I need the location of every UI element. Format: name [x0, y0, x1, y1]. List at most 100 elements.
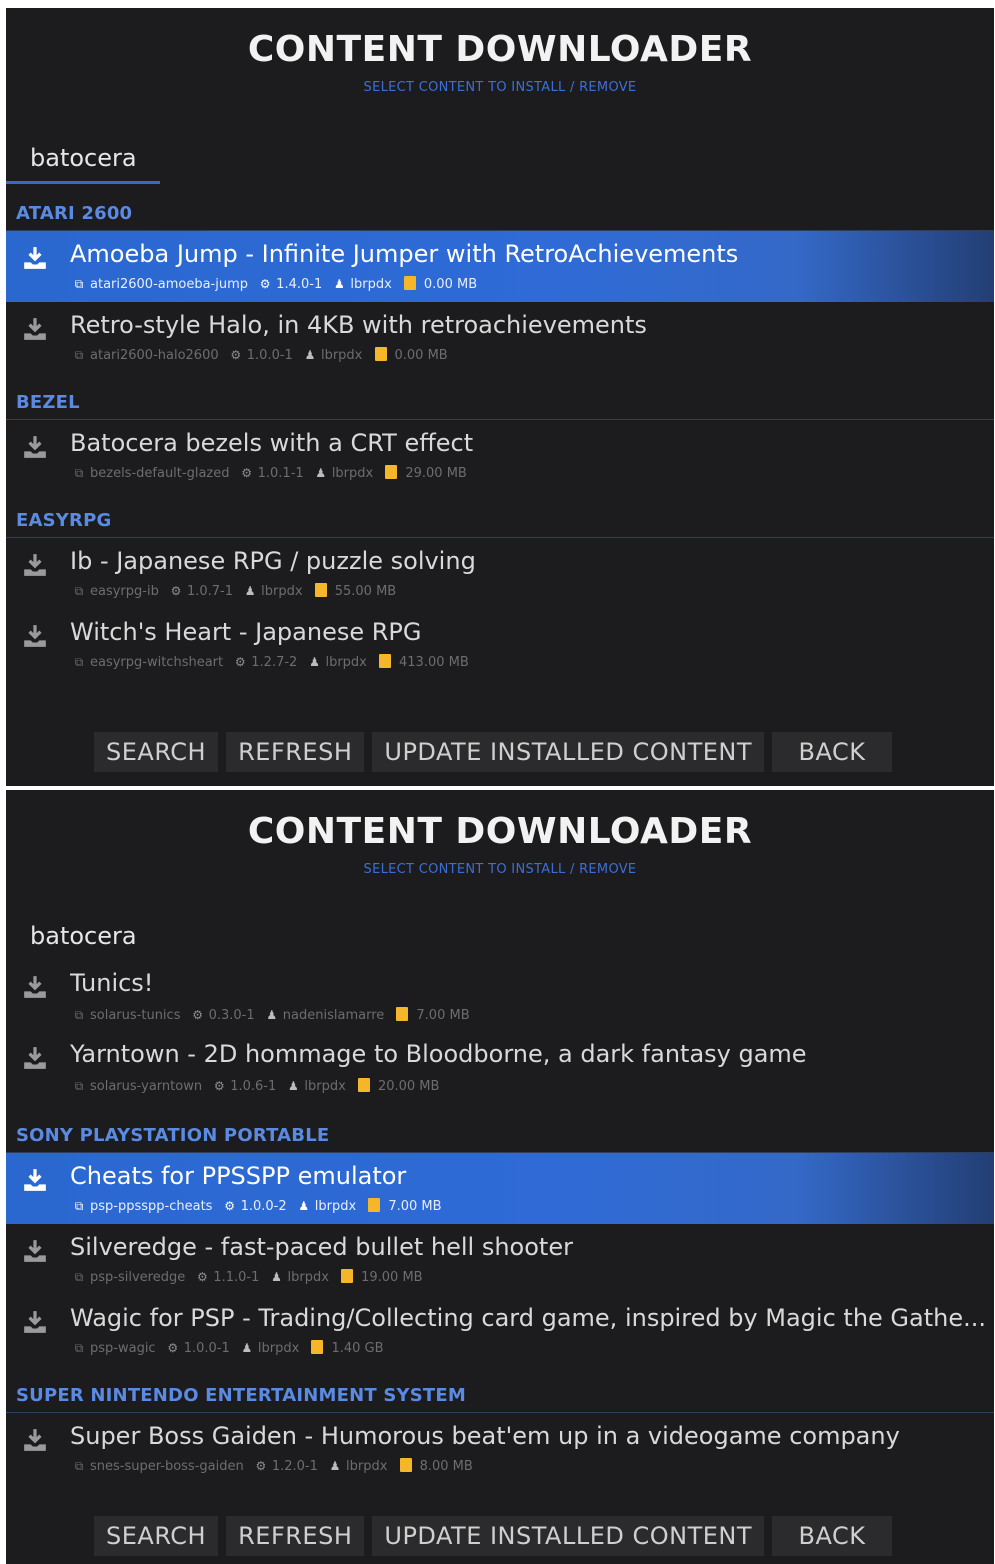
- size: 413.00 MB: [399, 655, 469, 670]
- package-icon: ⧉: [74, 655, 84, 669]
- list-item[interactable]: Super Boss Gaiden - Humorous beat'em up …: [6, 1413, 994, 1484]
- page-subtitle: SELECT CONTENT TO INSTALL / REMOVE: [363, 80, 637, 95]
- user-icon: ♟: [266, 1008, 278, 1022]
- package-name: solarus-tunics: [90, 1008, 181, 1023]
- storage-icon: [399, 1458, 412, 1472]
- storage-icon: [368, 1198, 381, 1212]
- refresh-button[interactable]: REFRESH: [226, 1516, 365, 1556]
- item-title: Cheats for PPSSPP emulator: [70, 1162, 407, 1190]
- section-header-snes: SUPER NINTENDO ENTERTAINMENT SYSTEM: [6, 1366, 994, 1413]
- update-installed-content-button[interactable]: UPDATE INSTALLED CONTENT: [372, 1516, 765, 1556]
- download-icon: [24, 1169, 46, 1191]
- gears-icon: ⚙: [241, 466, 252, 480]
- version: 1.2.7-2: [251, 655, 298, 670]
- update-installed-content-button[interactable]: UPDATE INSTALLED CONTENT: [372, 732, 765, 772]
- list-item[interactable]: Yarntown - 2D hommage to Bloodborne, a d…: [6, 1035, 994, 1106]
- version: 1.0.1-1: [257, 466, 304, 481]
- tab-batocera[interactable]: batocera: [6, 920, 160, 962]
- tab-batocera[interactable]: batocera: [6, 142, 160, 184]
- section-title: ATARI 2600: [16, 203, 133, 224]
- list-item[interactable]: Cheats for PPSSPP emulator ⧉ psp-ppsspp-c…: [6, 1153, 994, 1224]
- package-name: atari2600-halo2600: [90, 348, 219, 363]
- section-title: BEZEL: [16, 392, 80, 413]
- list-item[interactable]: Witch's Heart - Japanese RPG ⧉ easyrpg-wi…: [6, 609, 994, 680]
- header: CONTENT DOWNLOADER SELECT CONTENT TO INS…: [6, 28, 994, 95]
- list-item[interactable]: Silveredge - fast-paced bullet hell shoo…: [6, 1224, 994, 1295]
- author: lbrpdx: [325, 655, 367, 670]
- list-item[interactable]: Wagic for PSP - Trading/Collecting card …: [6, 1295, 994, 1366]
- list-item[interactable]: Batocera bezels with a CRT effect ⧉ bezel…: [6, 420, 994, 491]
- tab-label: batocera: [30, 922, 137, 950]
- download-icon: [24, 247, 46, 269]
- back-button[interactable]: BACK: [772, 732, 893, 772]
- content-list: Tunics! ⧉ solarus-tunics ⚙ 0.3.0-1 ♟ nadeni…: [6, 964, 994, 1484]
- package-icon: ⧉: [74, 584, 84, 598]
- item-title: Batocera bezels with a CRT effect: [70, 429, 474, 457]
- section-title: SUPER NINTENDO ENTERTAINMENT SYSTEM: [16, 1385, 466, 1406]
- version: 1.4.0-1: [276, 277, 323, 292]
- package-icon: ⧉: [74, 1079, 84, 1093]
- content-downloader-screen-2: CONTENT DOWNLOADER SELECT CONTENT TO INS…: [6, 790, 994, 1564]
- package-icon: ⧉: [74, 1270, 84, 1284]
- item-title: Wagic for PSP - Trading/Collecting card …: [70, 1304, 986, 1332]
- download-icon: [24, 625, 46, 647]
- item-meta: ⧉ psp-ppsspp-cheats ⚙ 1.0.0-2 ♟ lbrpdx 7.00…: [72, 1197, 442, 1216]
- author: lbrpdx: [320, 348, 363, 363]
- gears-icon: ⚙: [234, 655, 246, 669]
- author: lbrpdx: [350, 277, 392, 292]
- download-icon: [24, 976, 46, 998]
- user-icon: ♟: [288, 1079, 299, 1093]
- list-item[interactable]: Retro-style Halo, in 4KB with retroachie…: [6, 302, 994, 373]
- size: 19.00 MB: [361, 1270, 423, 1285]
- size: 20.00 MB: [377, 1079, 440, 1094]
- header: CONTENT DOWNLOADER SELECT CONTENT TO INS…: [6, 810, 994, 877]
- size: 0.00 MB: [394, 348, 448, 363]
- version: 1.0.0-2: [240, 1199, 287, 1214]
- list-item[interactable]: Tunics! ⧉ solarus-tunics ⚙ 0.3.0-1 ♟ nadeni…: [6, 964, 994, 1035]
- size: 7.00 MB: [388, 1199, 442, 1214]
- list-item[interactable]: Ib - Japanese RPG / puzzle solving ⧉ easy…: [6, 538, 994, 609]
- content-downloader-screen-1: CONTENT DOWNLOADER SELECT CONTENT TO INS…: [6, 8, 994, 786]
- package-name: psp-silveredge: [90, 1270, 186, 1285]
- version: 1.2.0-1: [271, 1459, 318, 1474]
- version: 0.3.0-1: [208, 1008, 255, 1023]
- version: 1.0.0-1: [246, 348, 293, 363]
- author: lbrpdx: [314, 1199, 357, 1214]
- item-meta: ⧉ bezels-default-glazed ⚙ 1.0.1-1 ♟ lbrpdx …: [72, 464, 467, 483]
- storage-icon: [379, 654, 391, 668]
- item-meta: ⧉ psp-silveredge ⚙ 1.1.0-1 ♟ lbrpdx 19.00 M…: [72, 1268, 423, 1287]
- item-meta: ⧉ easyrpg-ib ⚙ 1.0.7-1 ♟ lbrpdx 55.00 MB: [72, 582, 396, 601]
- gears-icon: ⚙: [167, 1341, 179, 1355]
- size: 8.00 MB: [419, 1459, 473, 1474]
- search-button[interactable]: SEARCH: [94, 1516, 219, 1556]
- button-bar: SEARCH REFRESH UPDATE INSTALLED CONTENT …: [94, 732, 893, 772]
- download-icon: [24, 1429, 46, 1451]
- download-icon: [24, 1311, 46, 1333]
- storage-icon: [311, 1340, 324, 1354]
- search-button[interactable]: SEARCH: [94, 732, 219, 772]
- gears-icon: ⚙: [196, 1270, 208, 1284]
- storage-icon: [403, 276, 416, 290]
- back-button[interactable]: BACK: [772, 1516, 893, 1556]
- refresh-button[interactable]: REFRESH: [226, 732, 365, 772]
- tab-label: batocera: [30, 144, 137, 172]
- item-meta: ⧉ snes-super-boss-gaiden ⚙ 1.2.0-1 ♟ lbrpdx…: [72, 1457, 473, 1476]
- storage-icon: [374, 347, 387, 361]
- download-icon: [24, 318, 46, 340]
- content-list: ATARI 2600 Amoeba Jump - Infinite Jumper…: [6, 184, 994, 680]
- download-icon: [24, 1047, 46, 1069]
- list-item[interactable]: Amoeba Jump - Infinite Jumper with Retro…: [6, 231, 994, 302]
- version: 1.0.0-1: [183, 1341, 230, 1356]
- user-icon: ♟: [315, 466, 327, 480]
- item-meta: ⧉ atari2600-amoeba-jump ⚙ 1.4.0-1 ♟ lbrpdx …: [72, 275, 477, 294]
- user-icon: ♟: [304, 348, 316, 362]
- section-title: SONY PLAYSTATION PORTABLE: [16, 1125, 330, 1146]
- size: 1.40 GB: [331, 1341, 384, 1356]
- package-icon: ⧉: [74, 277, 84, 291]
- user-icon: ♟: [241, 1341, 253, 1355]
- author: lbrpdx: [257, 1341, 300, 1356]
- storage-icon: [357, 1078, 370, 1092]
- version: 1.0.6-1: [230, 1079, 277, 1094]
- gears-icon: ⚙: [224, 1199, 235, 1213]
- item-title: Tunics!: [70, 969, 154, 997]
